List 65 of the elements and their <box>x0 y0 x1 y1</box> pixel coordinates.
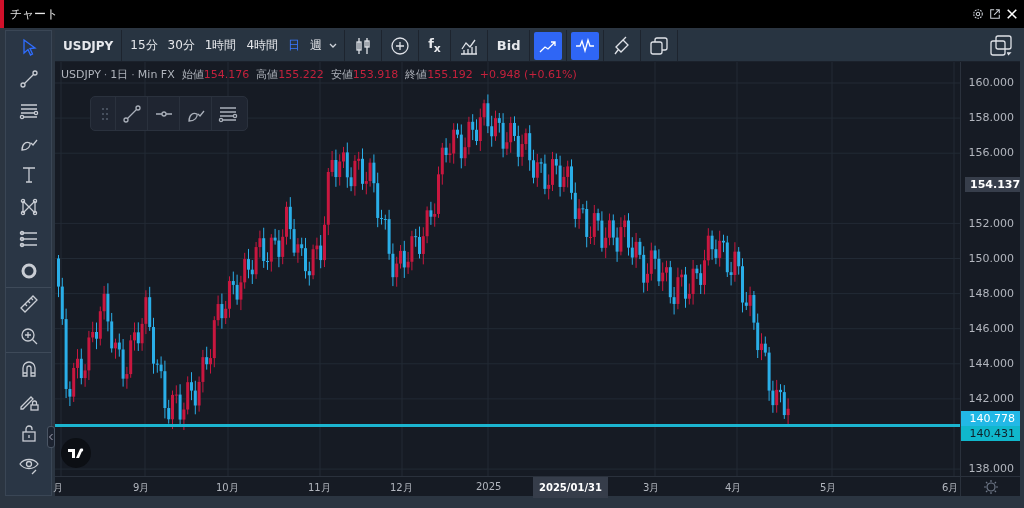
time-tick: 5月 <box>820 481 837 496</box>
legend-text: · <box>131 68 135 82</box>
time-tick: 2025 <box>476 481 502 493</box>
time-tick: 9月 <box>133 481 150 496</box>
price-tick: 156.000 <box>968 146 1014 160</box>
price-tick: 152.000 <box>968 216 1014 230</box>
price-tick: 144.000 <box>968 357 1014 371</box>
price-tick: 158.000 <box>968 111 1014 125</box>
time-tick: 12月 <box>390 481 413 496</box>
interval-button[interactable]: 30分 <box>163 37 199 55</box>
toolbar-button[interactable] <box>534 31 563 60</box>
ohlc-label: 安値 <box>330 67 353 83</box>
close-icon[interactable] <box>1006 8 1018 20</box>
settings-icon[interactable] <box>972 8 984 20</box>
time-tick: 11月 <box>308 481 331 496</box>
time-tick: 10月 <box>216 481 239 496</box>
interval-button[interactable]: 4時間 <box>242 37 283 55</box>
ohlc-value: 154.176 <box>203 68 250 82</box>
interval-button[interactable]: 1時間 <box>200 37 241 55</box>
price-tick: 148.000 <box>968 286 1014 300</box>
toolbar-button[interactable] <box>571 31 600 60</box>
horizontal-ray-icon <box>154 110 173 117</box>
change-value: +0.948 (+0.61%) <box>479 68 577 82</box>
horizontal-line[interactable] <box>55 424 960 428</box>
ohlc-label: 高値 <box>256 67 279 83</box>
crosshair-date-label: 2025/01/31 <box>533 477 608 499</box>
ohlc-value: 155.192 <box>427 68 473 82</box>
crosshair-price-label: 154.137 <box>965 177 1020 193</box>
caret-icon[interactable] <box>328 41 339 50</box>
logo-icon <box>61 438 91 469</box>
drag-handle-icon[interactable] <box>101 106 109 121</box>
legend-text: 1日 <box>110 67 129 83</box>
fib-icon <box>17 228 40 250</box>
settings-icon <box>982 478 999 495</box>
last-price-label: 140.778 <box>961 411 1020 427</box>
popout-icon[interactable] <box>989 8 1001 20</box>
windows-icon <box>988 32 1014 59</box>
interval-button[interactable]: 週 <box>306 37 327 55</box>
toolbar-button[interactable]: f$_{x}$ <box>423 31 446 60</box>
price-tick: 142.000 <box>968 392 1014 406</box>
copy-icon <box>648 34 671 57</box>
ohlc-value: 155.222 <box>278 68 324 82</box>
time-tick: 3月 <box>643 481 660 496</box>
price-tick: 160.000 <box>968 76 1014 90</box>
ohlc-label: 始値 <box>181 67 204 83</box>
time-tick: 6月 <box>942 481 959 496</box>
ohlc-label: 終値 <box>405 67 428 83</box>
price-tick: 138.000 <box>968 462 1014 476</box>
trend-line-icon <box>17 68 40 90</box>
price-tick: 150.000 <box>968 251 1014 265</box>
toolbar-button[interactable]: Bid <box>491 31 526 60</box>
add-icon <box>389 34 412 57</box>
time-tick: 月 <box>53 481 63 496</box>
chevron-left-icon <box>49 433 53 441</box>
legend-text: USDJPY <box>61 68 101 82</box>
price-tick: 146.000 <box>968 321 1014 335</box>
interval-button[interactable]: 15分 <box>126 37 162 55</box>
legend-text: · <box>103 68 108 82</box>
window-title: チャート <box>10 5 58 23</box>
legend-text: Min FX <box>137 68 175 82</box>
line-price-label: 140.431 <box>961 426 1020 442</box>
ohlc-value: 153.918 <box>352 68 399 82</box>
time-tick: 4月 <box>725 481 742 496</box>
symbol-button[interactable]: USDJPY <box>55 30 123 62</box>
trend-line-icon <box>120 102 143 125</box>
